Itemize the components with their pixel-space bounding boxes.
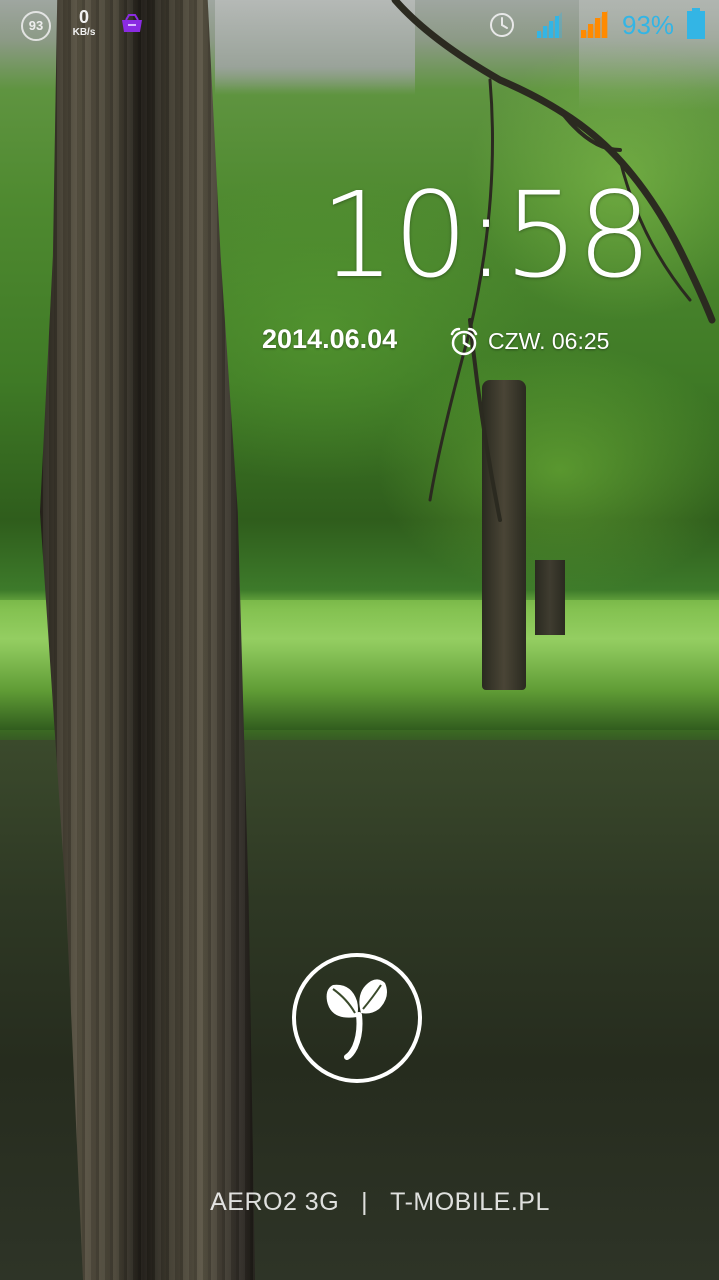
next-alarm-time: CZW. 06:25 bbox=[488, 328, 610, 354]
sprout-icon bbox=[326, 979, 387, 1060]
purple-app-icon bbox=[122, 14, 142, 32]
lockscreen-date: 2014.06.04 bbox=[262, 324, 398, 354]
status-bar[interactable]: 93 0 KB/s 93% bbox=[0, 0, 719, 50]
battery-percent: 93% bbox=[622, 10, 675, 40]
carrier-sim1: AERO2 3G bbox=[210, 1188, 340, 1216]
network-speed: 0 KB/s bbox=[66, 8, 102, 38]
signal-sim1-icon bbox=[536, 12, 562, 38]
signal-sim2-icon bbox=[580, 10, 608, 38]
notification-count-badge: 93 bbox=[21, 11, 51, 41]
lockscreen-clock: 10:58 bbox=[320, 166, 652, 304]
lockscreen: 93 0 KB/s 93% 10:58 2014.06.04 CZW. 06:2… bbox=[0, 0, 719, 1280]
unlock-handle[interactable] bbox=[292, 953, 422, 1083]
alarm-clock-icon bbox=[490, 13, 514, 37]
carrier-sim2: T-MOBILE.PL bbox=[390, 1188, 550, 1216]
carrier-info: AERO2 3G | T-MOBILE.PL bbox=[0, 1188, 719, 1217]
carrier-separator: | bbox=[361, 1188, 369, 1216]
network-speed-unit: KB/s bbox=[72, 27, 96, 38]
next-alarm-icon bbox=[450, 327, 478, 356]
network-speed-value: 0 bbox=[78, 7, 89, 27]
battery-icon bbox=[687, 8, 705, 39]
